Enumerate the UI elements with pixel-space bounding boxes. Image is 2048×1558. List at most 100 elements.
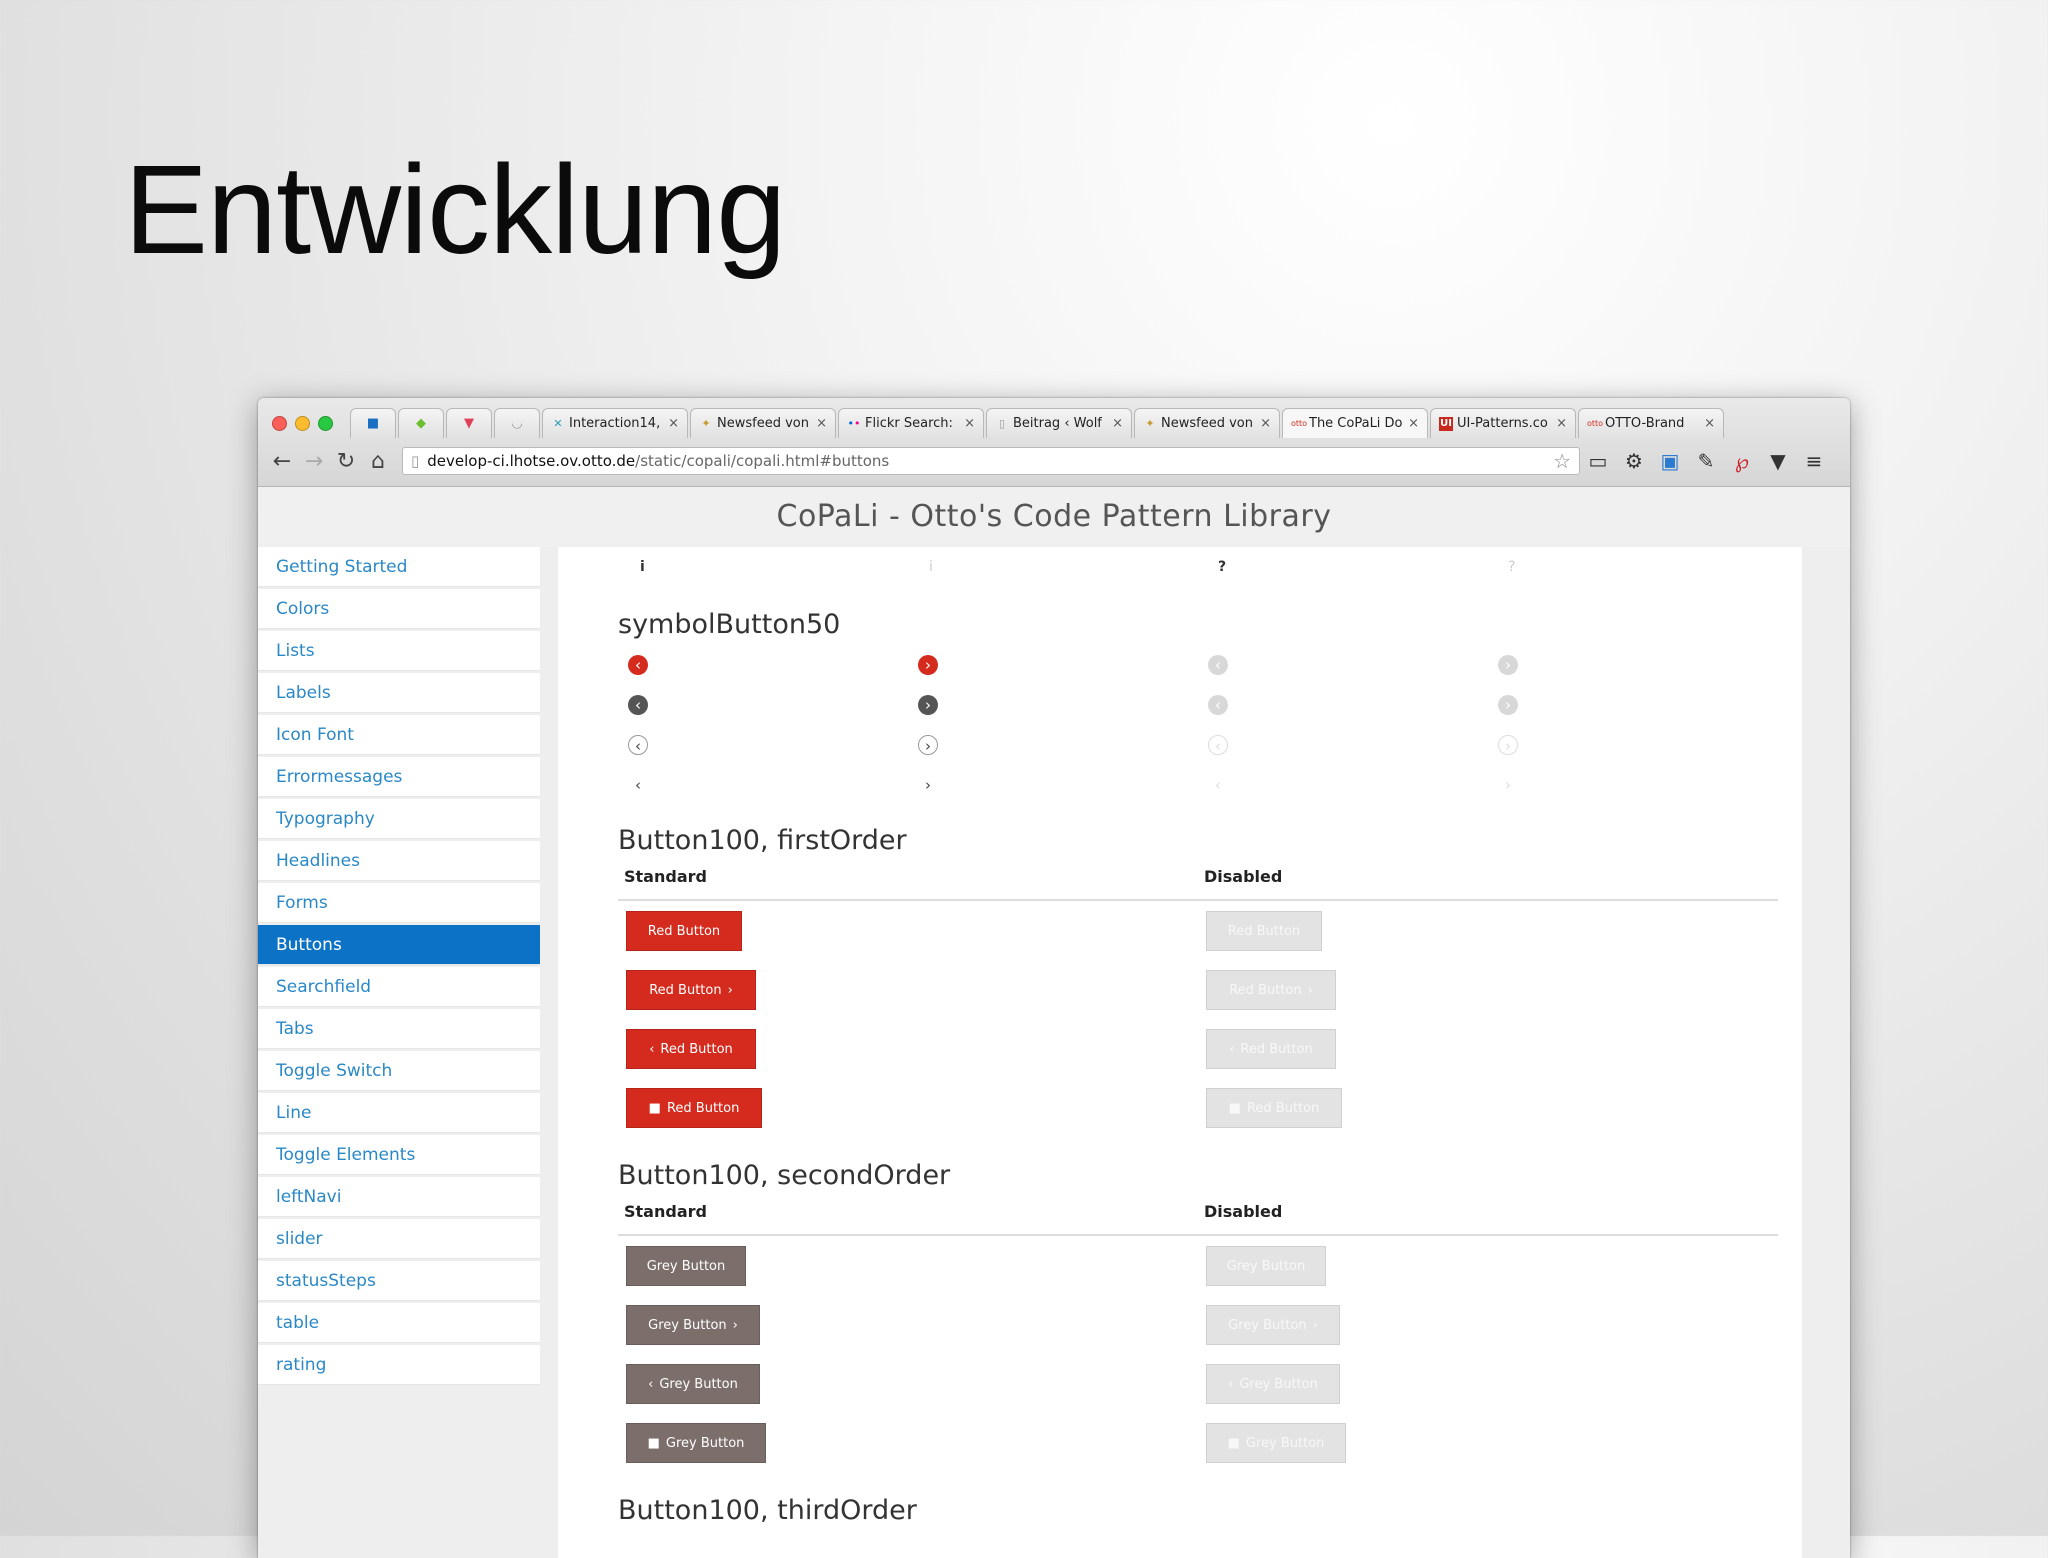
zoom-window-button[interactable] — [318, 416, 333, 431]
sidebar-item-leftnavi[interactable]: leftNavi — [258, 1177, 540, 1217]
sidebar-item-slider[interactable]: slider — [258, 1219, 540, 1259]
sidebar-item-lists[interactable]: Lists — [258, 631, 540, 671]
sidebar-item-toggle-elements[interactable]: Toggle Elements — [258, 1135, 540, 1175]
close-window-button[interactable] — [272, 416, 287, 431]
close-tab-icon[interactable]: × — [964, 416, 975, 431]
pinterest-icon[interactable]: ℘ — [1724, 449, 1760, 473]
red-button-arrow-right[interactable]: Red Button › — [626, 970, 756, 1010]
sidebar-item-errormessages[interactable]: Errormessages — [258, 757, 540, 797]
chevron-right-icon: › — [1505, 776, 1511, 794]
otto-icon: otto — [1587, 418, 1604, 428]
reader-icon[interactable]: ▭ — [1580, 449, 1616, 473]
close-tab-icon[interactable]: × — [816, 416, 827, 431]
sidebar-item-icon-font[interactable]: Icon Font — [258, 715, 540, 755]
back-icon[interactable]: ← — [266, 449, 298, 474]
close-tab-icon[interactable]: × — [1556, 416, 1567, 431]
pocket-icon[interactable]: ▼ — [1760, 449, 1796, 473]
screen-capture-icon[interactable]: ▣ — [1652, 449, 1688, 473]
eyedropper-icon[interactable]: ✎ — [1688, 449, 1724, 473]
grey-button-arrow-right-disabled: Grey Button › — [1206, 1305, 1340, 1345]
tab-flickr[interactable]: •• Flickr Search: × — [838, 408, 984, 438]
puzzle-icon: ✦ — [1145, 416, 1155, 430]
minimize-window-button[interactable] — [295, 416, 310, 431]
red-button[interactable]: Red Button — [626, 911, 742, 951]
sidebar-item-forms[interactable]: Forms — [258, 883, 540, 923]
home-icon[interactable]: ⌂ — [362, 449, 394, 474]
chevron-left-icon[interactable]: ‹ — [628, 735, 648, 755]
help-icon: ? — [1508, 559, 1516, 575]
flickr-icon: •• — [847, 416, 861, 430]
pinned-tab-loading[interactable]: ◡ — [494, 408, 540, 438]
grey-button[interactable]: Grey Button — [626, 1246, 746, 1286]
grey-button-arrow-left[interactable]: ‹ Grey Button — [626, 1364, 760, 1404]
chevron-right-icon[interactable]: › — [918, 735, 938, 755]
chevron-right-icon: › — [727, 982, 733, 998]
pinned-tab-feedly[interactable]: ◆ — [398, 408, 444, 438]
sidebar-item-toggle-switch[interactable]: Toggle Switch — [258, 1051, 540, 1091]
red-button-with-icon[interactable]: ■ Red Button — [626, 1088, 762, 1128]
section-title-symbol-button: symbolButton50 — [618, 609, 841, 640]
tab-newsfeed-2[interactable]: ✦ Newsfeed von × — [1134, 408, 1280, 438]
red-button-arrow-left[interactable]: ‹ Red Button — [626, 1029, 756, 1069]
sidebar-item-getting-started[interactable]: Getting Started — [258, 547, 540, 587]
close-tab-icon[interactable]: × — [1704, 416, 1715, 431]
sidebar-item-buttons[interactable]: Buttons — [258, 925, 540, 965]
chevron-right-icon[interactable]: › — [918, 695, 938, 715]
reload-icon[interactable]: ↻ — [330, 449, 362, 474]
sidebar-item-searchfield[interactable]: Searchfield — [258, 967, 540, 1007]
chevron-right-icon: › — [1307, 982, 1313, 998]
sidebar-item-colors[interactable]: Colors — [258, 589, 540, 629]
chevron-right-icon[interactable]: › — [918, 655, 938, 675]
close-tab-icon[interactable]: × — [1112, 416, 1123, 431]
browser-toolbar: ← → ↻ ⌂ ▯ develop-ci.lhotse.ov.otto.de/s… — [258, 440, 1850, 482]
grey-button-arrow-left-disabled: ‹ Grey Button — [1206, 1364, 1340, 1404]
chevron-left-icon[interactable]: ‹ — [628, 695, 648, 715]
divider — [618, 899, 1778, 901]
loading-icon: ◡ — [511, 416, 523, 431]
grey-button-with-icon[interactable]: ■ Grey Button — [626, 1423, 766, 1463]
tab-copali[interactable]: otto The CoPaLi Do × — [1282, 408, 1428, 438]
tab-otto-brand[interactable]: otto OTTO-Brand × — [1578, 408, 1724, 438]
slide-title: Entwicklung — [124, 139, 786, 280]
chevron-left-icon[interactable]: ‹ — [628, 655, 648, 675]
close-tab-icon[interactable]: × — [1408, 416, 1419, 431]
info-icon: i — [929, 559, 933, 575]
chevron-left-icon[interactable]: ‹ — [628, 775, 648, 795]
column-standard: Standard — [624, 1202, 707, 1221]
tab-beitrag[interactable]: ▯ Beitrag ‹ Wolf × — [986, 408, 1132, 438]
tab-newsfeed-1[interactable]: ✦ Newsfeed von × — [690, 408, 836, 438]
sidebar-item-table[interactable]: table — [258, 1303, 540, 1343]
tab-interaction14[interactable]: ✕ Interaction14, × — [542, 408, 688, 438]
gear-icon[interactable]: ⚙ — [1616, 449, 1652, 473]
tab-ui-patterns[interactable]: UI UI-Patterns.co × — [1430, 408, 1576, 438]
red-button-arrow-right-disabled: Red Button › — [1206, 970, 1336, 1010]
chevron-right-icon[interactable]: › — [918, 775, 938, 795]
chevron-left-icon: ‹ — [1208, 655, 1228, 675]
left-navigation: Getting Started Colors Lists Labels Icon Fon… — [258, 547, 540, 1387]
bookmark-star-icon[interactable]: ☆ — [1553, 449, 1571, 473]
sidebar-item-line[interactable]: Line — [258, 1093, 540, 1133]
x-icon: ✕ — [553, 416, 563, 430]
chevron-left-icon: ‹ — [1228, 1376, 1234, 1392]
forward-icon[interactable]: → — [298, 449, 330, 474]
sidebar-item-headlines[interactable]: Headlines — [258, 841, 540, 881]
chevron-right-icon: › — [1498, 695, 1518, 715]
chevron-right-icon: › — [1498, 735, 1518, 755]
sidebar-item-rating[interactable]: rating — [258, 1345, 540, 1385]
pocket-icon: ▼ — [464, 416, 474, 431]
close-tab-icon[interactable]: × — [1260, 416, 1271, 431]
sidebar-item-typography[interactable]: Typography — [258, 799, 540, 839]
sidebar-item-labels[interactable]: Labels — [258, 673, 540, 713]
pinned-tab-pocket[interactable]: ▼ — [446, 408, 492, 438]
help-icon: ? — [1218, 559, 1227, 575]
main-content: i i ? ? symbolButton50 ‹ › ‹ › ‹ › ‹ › ‹… — [558, 547, 1802, 1558]
close-tab-icon[interactable]: × — [668, 416, 679, 431]
address-bar[interactable]: ▯ develop-ci.lhotse.ov.otto.de/static/co… — [402, 447, 1580, 475]
red-button-arrow-left-disabled: ‹ Red Button — [1206, 1029, 1336, 1069]
grey-button-arrow-right[interactable]: Grey Button › — [626, 1305, 760, 1345]
menu-icon[interactable]: ≡ — [1796, 449, 1832, 473]
sidebar-item-statussteps[interactable]: statusSteps — [258, 1261, 540, 1301]
sidebar-item-tabs[interactable]: Tabs — [258, 1009, 540, 1049]
info-icon: i — [640, 559, 645, 575]
pinned-tab-twitter[interactable]: ■ — [350, 408, 396, 438]
